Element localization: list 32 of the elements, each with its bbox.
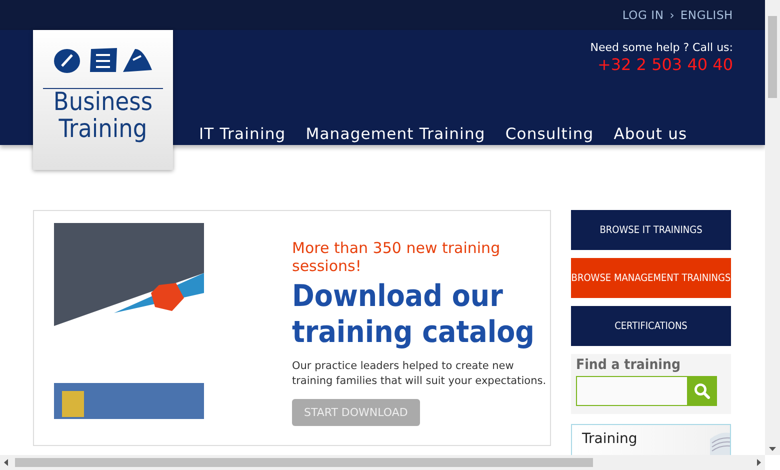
nav-link[interactable]: Management Training <box>306 125 486 143</box>
phone-number[interactable]: +32 2 503 40 40 <box>597 55 733 74</box>
search-field[interactable] <box>576 376 688 406</box>
logo-mark-icon <box>53 46 153 74</box>
promo-tagline: More than 350 new training sessions! <box>292 239 502 275</box>
search-icon <box>694 383 710 399</box>
help-text: Need some help ? Call us: <box>590 41 733 54</box>
separator-icon: › <box>670 8 674 22</box>
scroll-thumb[interactable] <box>15 458 593 467</box>
search-button[interactable] <box>687 376 717 406</box>
vertical-scrollbar[interactable] <box>765 0 780 455</box>
promo-text: Our practice leaders helped to create new training families that will suit your expectations. <box>292 359 548 389</box>
training-card[interactable]: Training <box>571 424 731 455</box>
logo[interactable]: Business Training <box>33 30 173 170</box>
search-title: Find a training <box>576 357 682 373</box>
horizontal-scrollbar[interactable] <box>0 455 765 470</box>
scroll-down-arrow-icon[interactable] <box>769 447 776 451</box>
top-link[interactable]: LOG IN <box>622 8 664 22</box>
logo-text: Business <box>53 88 153 116</box>
browse-button[interactable]: BROWSE IT TRAININGS <box>571 210 731 250</box>
card-title: Training <box>582 431 638 449</box>
nav-link[interactable]: Consulting <box>505 125 594 143</box>
scroll-thumb[interactable] <box>768 16 777 98</box>
nav-link[interactable]: IT Training <box>199 125 286 143</box>
top-link[interactable]: ENGLISH <box>680 8 733 22</box>
nav-link[interactable]: About us <box>614 125 688 143</box>
browse-button[interactable]: CERTIFICATIONS <box>571 306 731 346</box>
promo-title: Download our training catalog <box>292 279 536 351</box>
browse-button[interactable]: BROWSE MANAGEMENT TRAININGS <box>571 258 731 298</box>
logo-text: Training <box>58 115 148 143</box>
scroll-left-arrow-icon[interactable] <box>4 459 8 466</box>
scroll-right-arrow-icon[interactable] <box>757 459 761 466</box>
